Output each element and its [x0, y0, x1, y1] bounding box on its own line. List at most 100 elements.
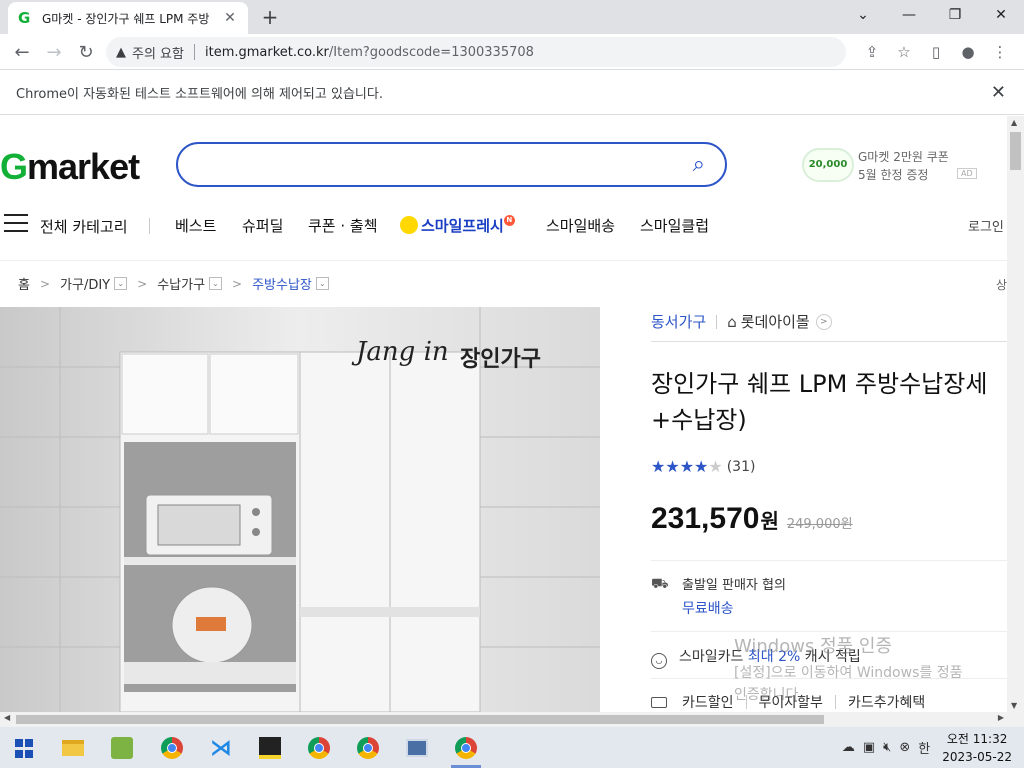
product-rating[interactable]: ★★★★★ (31): [651, 457, 755, 476]
windows-start-icon[interactable]: [13, 737, 35, 759]
tab-close-icon[interactable]: ✕: [222, 10, 238, 26]
scroll-up-icon[interactable]: ▲: [1011, 118, 1017, 127]
chevron-down-icon[interactable]: ⌄: [114, 277, 128, 290]
address-bar[interactable]: ▲ 주의 요함 item.gmarket.co.kr/Item?goodscod…: [106, 37, 846, 67]
hamburger-menu-icon[interactable]: [4, 214, 28, 234]
chrome-icon[interactable]: [159, 735, 185, 761]
breadcrumb-level3[interactable]: 주방수납장: [252, 274, 312, 293]
nav-superdeal[interactable]: 슈퍼딜: [242, 215, 283, 236]
card-extra-benefit-link[interactable]: 카드추가혜택: [848, 692, 925, 712]
system-tray: ☁ ▣ 🔇︎ ⊗ 한 오전 11:32 2023-05-22: [838, 727, 1024, 768]
seller-divider-line: [651, 341, 1007, 342]
breadcrumb-home[interactable]: 홈: [18, 274, 30, 293]
product-image[interactable]: Jang in 장인가구: [0, 307, 600, 712]
infobar-close-icon[interactable]: ✕: [991, 82, 1006, 103]
scroll-left-icon[interactable]: ◀: [4, 713, 10, 722]
smile-fresh-logo-icon: [400, 216, 418, 234]
price-block: 231,570 원 249,000원: [651, 502, 853, 536]
breadcrumb-level2[interactable]: 수납가구: [157, 274, 205, 293]
sticky-notes-icon[interactable]: [257, 735, 283, 761]
horizontal-scrollbar[interactable]: ◀ ▶: [0, 712, 1024, 727]
bookmark-star-icon[interactable]: ☆: [888, 37, 920, 67]
seller-info: 동서가구 ⌂ 롯데아이몰 >: [651, 311, 832, 332]
header-ad-banner[interactable]: 20,000 G마켓 2만원 쿠폰 5월 한정 증정 AD: [802, 146, 982, 186]
nav-smile-fresh[interactable]: 스마일프레시 N: [400, 215, 515, 236]
vertical-scroll-thumb[interactable]: [1010, 132, 1021, 170]
breadcrumb: 홈 > 가구/DIY ⌄ > 수납가구 ⌄ > 주방수납장 ⌄: [18, 274, 329, 293]
global-nav: 전체 카테고리 베스트 슈퍼딜 쿠폰 · 출첵 스마일프레시 N 스마일배송 스마…: [0, 208, 1007, 244]
notification-close-icon[interactable]: ⊗: [899, 740, 910, 755]
onedrive-cloud-icon[interactable]: ☁: [842, 740, 855, 755]
card-discount-link[interactable]: 카드할인: [682, 692, 734, 712]
tab-title: G마켓 - 장인가구 쉐프 LPM 주방: [42, 11, 210, 26]
ad-tag: AD: [957, 168, 977, 179]
smilecard-benefit[interactable]: ◡ 스마일카드 최대 2% 캐시 적립: [651, 646, 861, 669]
nav-best[interactable]: 베스트: [175, 215, 216, 236]
search-icon[interactable]: ⌕: [693, 152, 705, 177]
ad-line-1: G마켓 2만원 쿠폰: [858, 150, 949, 164]
system-clock[interactable]: 오전 11:32 2023-05-22: [942, 730, 1012, 766]
warning-icon[interactable]: ▲: [116, 45, 126, 60]
gmarket-favicon-icon: G: [18, 9, 31, 27]
gmarket-logo[interactable]: Gmarket: [0, 146, 140, 188]
scroll-down-icon[interactable]: ▼: [1011, 701, 1017, 710]
new-tab-button[interactable]: +: [259, 6, 281, 28]
nav-smile-delivery[interactable]: 스마일배송: [546, 215, 615, 236]
volume-muted-icon[interactable]: 🔇︎: [883, 740, 891, 755]
chevron-down-icon[interactable]: ⌄: [315, 277, 329, 290]
horizontal-scroll-thumb[interactable]: [16, 715, 824, 724]
ad-line-2: 5월 한정 증정: [858, 168, 929, 182]
restore-button[interactable]: ❐: [932, 0, 978, 30]
maps-app-icon[interactable]: [109, 735, 135, 761]
remote-desktop-icon[interactable]: [404, 735, 430, 761]
original-price: 249,000원: [786, 517, 853, 532]
page-viewport: Gmarket ⌕ 20,000 G마켓 2만원 쿠폰 5월 한정 증정 AD …: [0, 116, 1007, 712]
nav-smile-club[interactable]: 스마일클럽: [640, 215, 709, 236]
forward-button[interactable]: →: [38, 36, 70, 68]
back-button[interactable]: ←: [6, 36, 38, 68]
browser-tab[interactable]: G G마켓 - 장인가구 쉐프 LPM 주방 ✕: [8, 2, 248, 34]
ime-indicator[interactable]: 한: [918, 738, 930, 757]
chrome-icon-active[interactable]: [453, 735, 479, 761]
reload-button[interactable]: ↻: [70, 36, 102, 68]
chrome-icon[interactable]: [355, 735, 381, 761]
nav-coupon-checkin[interactable]: 쿠폰 · 출첵: [308, 215, 378, 236]
minimize-button[interactable]: —: [886, 0, 932, 30]
network-icon[interactable]: ▣: [863, 740, 875, 755]
shipping-divider: [651, 631, 1007, 632]
card-divider: [834, 695, 836, 709]
smile-fresh-label: 스마일프레시: [421, 217, 504, 235]
browser-tabstrip: G G마켓 - 장인가구 쉐프 LPM 주방 ✕ + ⌄ — ❐ ✕: [0, 0, 1024, 34]
tab-search-icon[interactable]: ⌄: [840, 0, 886, 30]
security-status[interactable]: 주의 요함: [132, 43, 184, 62]
brand-link[interactable]: 롯데아이몰: [741, 311, 810, 332]
chevron-right-icon[interactable]: >: [815, 313, 832, 330]
shop-name-link[interactable]: 동서가구: [651, 311, 706, 332]
chevron-down-icon[interactable]: ⌄: [209, 277, 223, 290]
close-window-button[interactable]: ✕: [978, 0, 1024, 30]
url-text[interactable]: item.gmarket.co.kr/Item?goodscode=130033…: [205, 45, 534, 60]
coupon-badge: 20,000: [802, 148, 854, 182]
breadcrumb-right-fragment[interactable]: 상: [996, 276, 1007, 293]
home-icon: ⌂: [727, 312, 737, 331]
breadcrumb-level1[interactable]: 가구/DIY: [60, 274, 110, 293]
scroll-right-icon[interactable]: ▶: [998, 713, 1004, 722]
sale-price: 231,570: [651, 502, 760, 535]
installment-link[interactable]: 무이자할부: [759, 692, 823, 712]
vscode-icon[interactable]: ⋊: [208, 735, 234, 761]
share-icon[interactable]: ⇪: [856, 37, 888, 67]
search-input[interactable]: [198, 154, 678, 176]
price-divider: [651, 560, 1007, 561]
profile-avatar-icon[interactable]: ●: [952, 37, 984, 67]
smilecard-highlight: 최대 2%: [747, 649, 801, 665]
card-divider: [745, 695, 747, 709]
vertical-scrollbar[interactable]: ▲ ▼: [1007, 116, 1024, 712]
all-categories-button[interactable]: 전체 카테고리: [40, 216, 128, 237]
side-panel-icon[interactable]: ▯: [920, 37, 952, 67]
file-explorer-icon[interactable]: [60, 735, 86, 761]
credit-card-icon: [651, 696, 667, 708]
chrome-icon[interactable]: [306, 735, 332, 761]
login-link[interactable]: 로그인: [968, 216, 1004, 235]
menu-kebab-icon[interactable]: ⋮: [984, 37, 1016, 67]
window-controls: ⌄ — ❐ ✕: [840, 0, 1024, 30]
